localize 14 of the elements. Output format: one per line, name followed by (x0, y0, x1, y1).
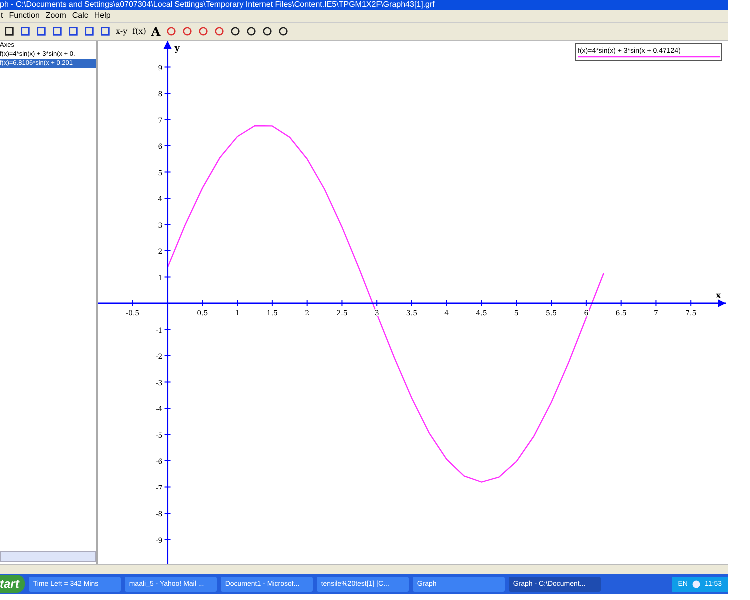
x-axis-label: x (716, 292, 722, 302)
start-button[interactable]: tart (0, 575, 26, 593)
toolbar-button[interactable]: f(x) (132, 27, 146, 36)
toolbar-button[interactable]: x-y (116, 27, 128, 36)
y-axis-label: y (174, 44, 180, 54)
menu-item[interactable]: Function (9, 10, 40, 22)
horizontal-scrollbar[interactable] (0, 551, 96, 562)
menu-item[interactable]: t (1, 10, 4, 22)
toolbar-button[interactable]: A (151, 24, 161, 38)
menu-item[interactable]: Zoom (46, 10, 66, 22)
window-title: ph - C:\Documents and Settings\a0707304\Local Settings\Temporary Internet Files\Content.IE5\TPGM1X2F\Graph43[1].grf (0, 0, 728, 10)
tray-icon[interactable] (692, 580, 701, 588)
menu-item[interactable]: Calc (72, 10, 88, 22)
menu-item[interactable]: Help (94, 10, 111, 22)
